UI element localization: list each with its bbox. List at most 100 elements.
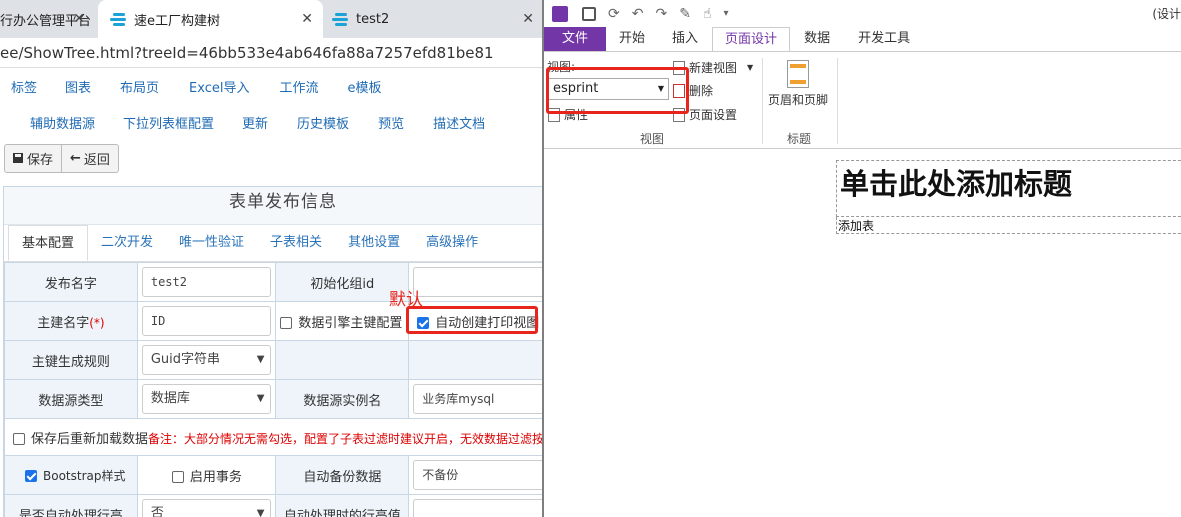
publish-name-input[interactable]: test2	[141, 267, 272, 297]
tab-uniqueness[interactable]: 唯一性验证	[166, 225, 257, 261]
browser-tab-1[interactable]: 行办公管理平台 ✕	[0, 0, 95, 38]
back-button[interactable]: ← 返回	[62, 143, 119, 173]
tab-insert[interactable]: 插入	[658, 27, 712, 51]
tab-developer-tools[interactable]: 开发工具	[844, 27, 924, 51]
title-corner-text: (设计	[1152, 7, 1181, 21]
tab-page-design[interactable]: 页面设计	[712, 27, 791, 51]
form-tabs: 基本配置 二次开发 唯一性验证 子表相关 其他设置 高级操作	[4, 225, 542, 262]
table-row: 数据源类型 数据库 ▼ 数据源实例名 业务库mysql	[4, 379, 542, 419]
ds-type-select[interactable]: 数据库 ▼	[141, 384, 272, 414]
app-logo-icon	[110, 12, 126, 26]
add-table-placeholder[interactable]: 添加表	[836, 217, 1181, 234]
menu-item-history-template[interactable]: 历史模板	[297, 113, 349, 132]
secondary-menu: 辅助数据源 下拉列表框配置 更新 历史模板 预览 描述文档	[0, 104, 542, 140]
tab-file[interactable]: 文件	[544, 27, 607, 51]
publish-name-label: 发布名字	[4, 262, 138, 302]
format-painter-icon[interactable]: ✎	[679, 6, 691, 22]
auto-backup-select[interactable]: 不备份	[413, 460, 542, 490]
onenote-logo-icon	[552, 5, 568, 22]
primary-key-label: 主建名字	[37, 315, 90, 331]
close-icon[interactable]: ✕	[522, 11, 534, 27]
ds-instance-input[interactable]: 业务库mysql	[413, 384, 542, 414]
sync-icon[interactable]: ⟳	[608, 6, 620, 22]
close-icon[interactable]: ✕	[73, 11, 85, 27]
tab-basic-config[interactable]: 基本配置	[8, 225, 89, 261]
primary-key-input[interactable]: ID	[141, 306, 272, 336]
row-height-value-label: 自动处理时的行高值	[275, 494, 410, 517]
menu-item-workflow[interactable]: 工作流	[279, 77, 318, 96]
config-table: 发布名字 test2 初始化组id 主建名字(*) ID 数据引擎主键配置 自动…	[4, 262, 542, 517]
redo-icon[interactable]: ↷	[655, 6, 667, 22]
ds-instance-label: 数据源实例名	[275, 379, 410, 419]
menu-item-description-doc[interactable]: 描述文档	[433, 113, 485, 132]
save-label: 保存	[27, 152, 54, 168]
form-panel: 表单发布信息 基本配置 二次开发 唯一性验证 子表相关 其他设置 高级操作 发布…	[3, 186, 542, 517]
menu-item-excel-import[interactable]: Excel导入	[189, 77, 249, 96]
header-footer-label: 页眉和页脚	[768, 93, 829, 107]
ribbon-separator	[762, 58, 763, 144]
ribbon-separator	[837, 58, 838, 144]
reload-label: 保存后重新加载数据	[31, 431, 149, 447]
menu-item-layout[interactable]: 布局页	[120, 77, 159, 96]
pk-rule-select[interactable]: Guid字符串 ▼	[141, 345, 272, 375]
add-table-text: 添加表	[838, 219, 875, 233]
back-label: 返回	[83, 152, 110, 168]
menu-item-update[interactable]: 更新	[242, 113, 268, 132]
touch-mode-icon[interactable]: ☝	[703, 6, 712, 22]
transaction-label: 启用事务	[189, 469, 242, 485]
row-height-value-input[interactable]	[413, 499, 542, 517]
new-view-label: 新建视图	[689, 61, 738, 75]
close-icon[interactable]: ✕	[301, 11, 313, 27]
browser-tab-2[interactable]: 速e工厂构建树 ✕	[98, 0, 323, 38]
menu-item-tag[interactable]: 标签	[11, 77, 37, 96]
tab-advanced[interactable]: 高级操作	[413, 225, 491, 261]
group-label-view: 视图	[640, 132, 665, 146]
address-bar[interactable]: ee/ShowTree.html?treeId=46bb533e4ab646fa…	[0, 38, 542, 68]
tab-home[interactable]: 开始	[606, 27, 658, 51]
header-footer-icon	[787, 60, 809, 88]
pk-rule-value: Guid字符串	[150, 352, 221, 367]
app-logo-icon	[332, 12, 348, 26]
title-placeholder-text: 单击此处添加标题	[840, 167, 1073, 201]
init-group-id-input[interactable]	[413, 267, 542, 297]
browser-tab-label: test2	[356, 11, 390, 27]
page-setup-label: 页面设置	[689, 108, 738, 122]
customize-qat-icon[interactable]: ▾	[723, 8, 728, 19]
pk-rule-label: 主键生成规则	[4, 340, 138, 380]
table-row: 是否自动处理行高 否 ▼ 自动处理时的行高值	[4, 494, 542, 517]
annotation-highlight-box	[546, 67, 689, 114]
toolbar: 保存 ← 返回	[0, 140, 542, 176]
engine-pk-checkbox[interactable]	[280, 316, 293, 329]
delete-label: 删除	[689, 84, 714, 98]
page-canvas: 单击此处添加标题 添加表	[544, 150, 1181, 517]
required-mark: (*)	[89, 315, 105, 330]
tab-secondary-dev[interactable]: 二次开发	[88, 225, 166, 261]
tab-data[interactable]: 数据	[790, 27, 844, 51]
table-row: 保存后重新加载数据备注：大部分情况无需勾选，配置了子表过滤时建议开启，无效数据过…	[4, 418, 542, 456]
undo-icon[interactable]: ↶	[632, 6, 644, 22]
menu-item-preview[interactable]: 预览	[378, 113, 404, 132]
browser-window: 行办公管理平台 ✕ 速e工厂构建树 ✕ test2 ✕ ee/ShowTree.…	[0, 0, 542, 517]
menu-item-dropdown-config[interactable]: 下拉列表框配置	[123, 113, 214, 132]
header-footer-button[interactable]: 页眉和页脚	[768, 60, 828, 108]
tab-other-settings[interactable]: 其他设置	[335, 225, 413, 261]
auto-backup-label: 自动备份数据	[275, 455, 410, 495]
arrow-left-icon: ←	[70, 150, 81, 166]
chevron-down-icon: ▼	[747, 63, 754, 72]
tab-subtable[interactable]: 子表相关	[257, 225, 335, 261]
transaction-checkbox[interactable]	[171, 470, 184, 483]
auto-row-height-select[interactable]: 否 ▼	[141, 499, 272, 517]
reload-checkbox[interactable]	[13, 432, 25, 445]
chevron-down-icon: ▼	[256, 508, 265, 517]
save-button[interactable]: 保存	[4, 143, 63, 173]
menu-item-e-template[interactable]: e模板	[348, 77, 382, 96]
group-label-title: 标题	[787, 132, 812, 146]
menu-item-aux-datasource[interactable]: 辅助数据源	[30, 113, 95, 132]
floppy-icon	[13, 153, 23, 163]
title-placeholder[interactable]: 单击此处添加标题	[836, 160, 1181, 217]
save-icon[interactable]	[582, 6, 596, 21]
browser-tab-3[interactable]: test2 ✕	[320, 0, 542, 38]
menu-item-chart[interactable]: 图表	[65, 77, 91, 96]
reload-note: 备注：大部分情况无需勾选，配置了子表过滤时建议开启，无效数据过滤按需	[148, 431, 542, 446]
bootstrap-checkbox[interactable]	[25, 469, 37, 482]
